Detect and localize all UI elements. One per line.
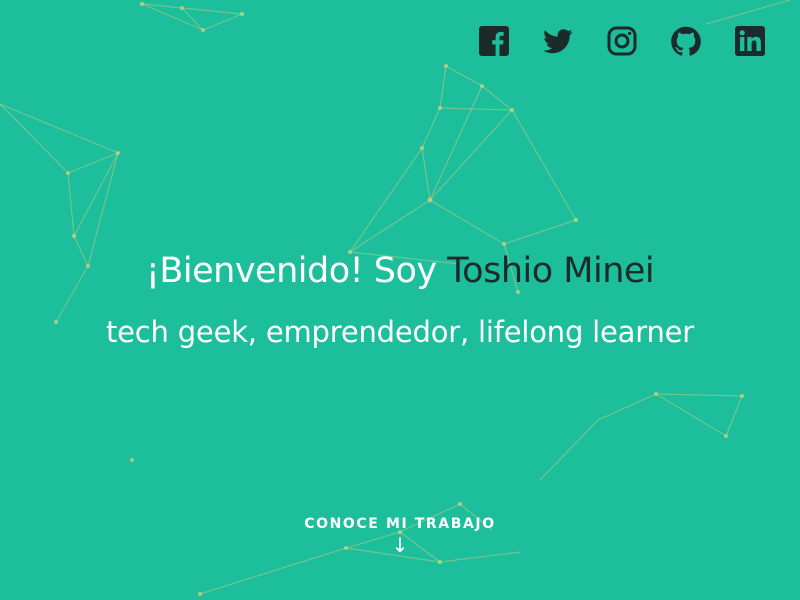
arrow-down-icon: ↓ [391,533,409,557]
social-links [479,26,765,56]
hero-title: ¡Bienvenido! Soy Toshio Minei [0,246,800,296]
hero-name: Toshio Minei [447,251,655,291]
greeting-text: ¡Bienvenido! Soy [145,251,437,291]
facebook-icon[interactable] [479,26,509,56]
hero-subtitle: tech geek, emprendedor, lifelong learner [105,315,695,349]
scroll-to-work-link[interactable]: CONOCE MI TRABAJO ↓ [0,516,800,556]
cta-label: CONOCE MI TRABAJO [304,516,496,532]
twitter-icon[interactable] [543,26,573,56]
instagram-icon[interactable] [607,26,637,56]
hero-section: ¡Bienvenido! Soy Toshio Minei tech geek,… [0,246,800,352]
github-icon[interactable] [671,26,701,56]
linkedin-icon[interactable] [735,26,765,56]
